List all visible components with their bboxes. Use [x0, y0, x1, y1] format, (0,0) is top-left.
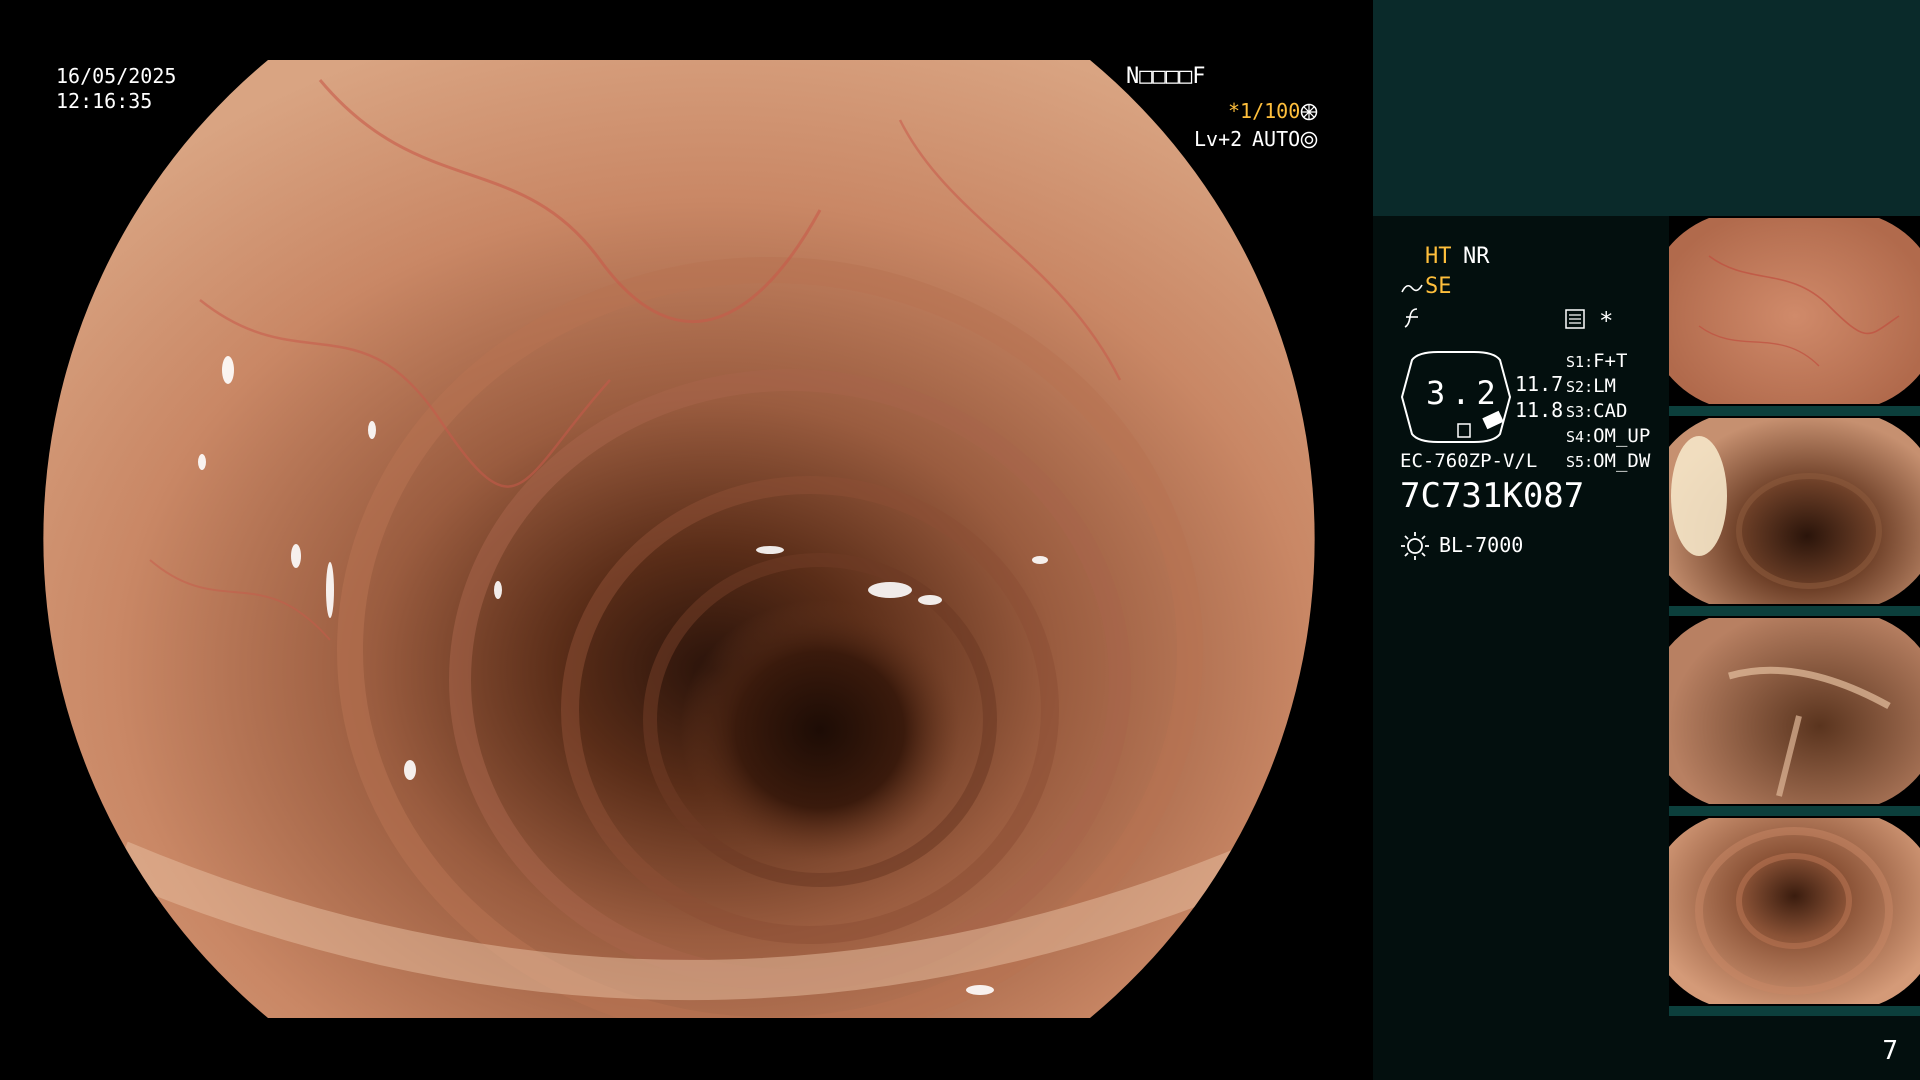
frequency-icon: [1404, 308, 1418, 328]
thumbnail-capture-1[interactable]: [1669, 216, 1920, 416]
shutter-speed: *1/100: [1228, 99, 1301, 123]
thumbnail-capture-3[interactable]: [1669, 616, 1920, 816]
capture-date: 16/05/2025: [56, 64, 177, 88]
light-source-icon: [1401, 532, 1429, 560]
curve-enhance-icon: [1401, 284, 1423, 293]
preset-list: S1:F+T S2:LM S3:CAD S4:OM_UP S5:OM_DW: [1566, 350, 1650, 475]
preset-item: S2:LM: [1566, 375, 1616, 397]
thumbnail-image: [1669, 418, 1920, 604]
thumbnail-bar: [1669, 806, 1920, 816]
side-panel: HT NR SE * 3.2 11.7 11.8 S1:F+T S2:LM S3…: [1373, 0, 1920, 1080]
light-source: BL-7000: [1439, 533, 1524, 557]
thumbnail-capture-2[interactable]: [1669, 416, 1920, 616]
endoscope-image: [43, 60, 1315, 1018]
preset-item: S1:F+T: [1566, 350, 1628, 372]
iris-mode: AUTO: [1252, 127, 1301, 151]
patient-id: N□□□□F: [1126, 64, 1206, 89]
aperture-icon: [1300, 103, 1318, 121]
preset-item: S4:OM_UP: [1566, 425, 1651, 447]
zoom-value-upper: 11.7: [1515, 372, 1564, 396]
thumbnail-image: [1669, 218, 1920, 404]
preset-item: S5:OM_DW: [1566, 450, 1651, 472]
iris-icon: [1300, 131, 1318, 149]
record-icon: [1565, 309, 1585, 329]
zoom-value-lower: 11.8: [1515, 398, 1564, 422]
enhancement-level: Lv+2: [1194, 127, 1243, 151]
scope-serial: 7C731K087: [1400, 476, 1585, 516]
asterisk-indicator: *: [1599, 307, 1614, 335]
capture-time: 12:16:35: [56, 89, 153, 113]
ht-label: HT: [1425, 244, 1452, 269]
panel-header: [1373, 0, 1920, 216]
preset-item: S3:CAD: [1566, 400, 1628, 422]
thumbnail-bar: [1669, 1006, 1920, 1016]
thumbnail-bar: [1669, 406, 1920, 416]
thumbnail-capture-4[interactable]: [1669, 816, 1920, 1016]
thumbnail-bar: [1669, 606, 1920, 616]
zoom-value: 3.2: [1426, 374, 1502, 412]
frame-count: 7: [1882, 1036, 1898, 1066]
nr-label: NR: [1463, 244, 1490, 269]
se-label: SE: [1425, 274, 1452, 299]
thumbnail-image: [1669, 618, 1920, 804]
scope-model: EC-760ZP-V/L: [1400, 450, 1538, 472]
endoscope-main-view: 16/05/2025 12:16:35 N□□□□F *1/100 Lv+2 A…: [0, 0, 1373, 1080]
thumbnail-image: [1669, 818, 1920, 1004]
